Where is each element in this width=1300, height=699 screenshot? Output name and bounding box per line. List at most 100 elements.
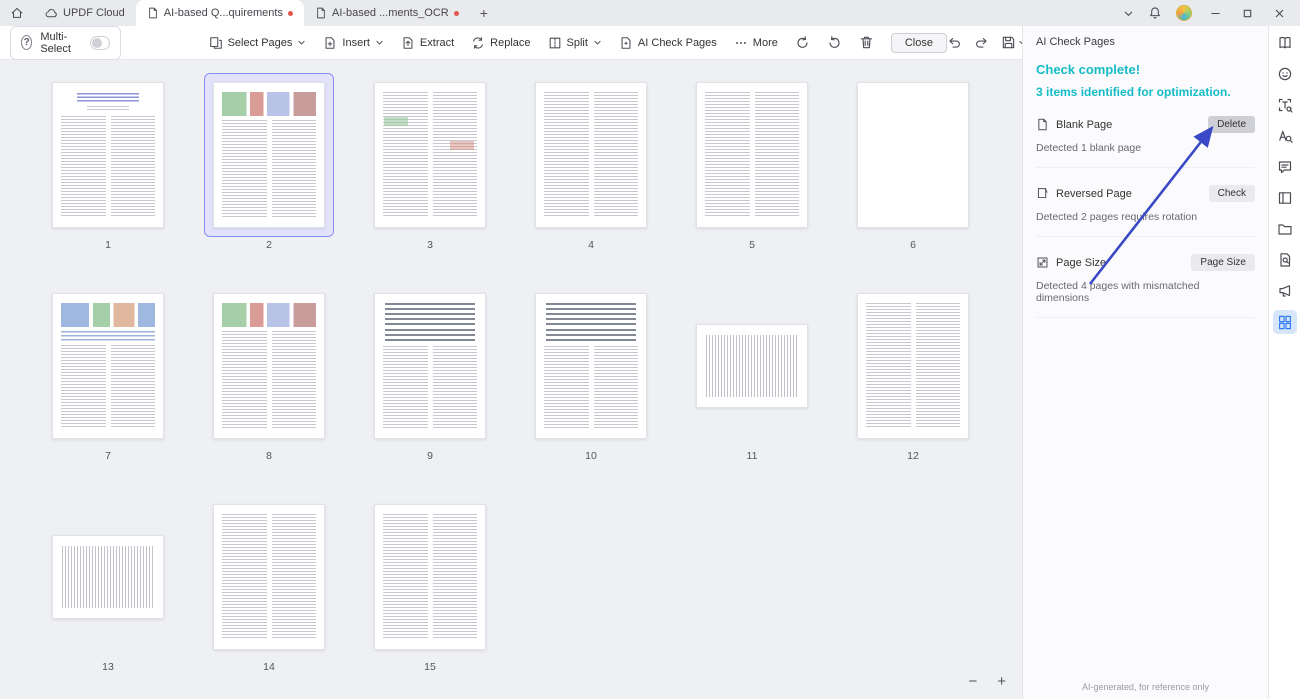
- ai-check-pages-button[interactable]: AI Check Pages: [619, 36, 717, 50]
- pages-grid: 123456789101112131415: [0, 82, 1022, 699]
- tab-document-2[interactable]: AI-based ...ments_OCR: [304, 0, 470, 26]
- search-text-icon[interactable]: [1273, 124, 1297, 148]
- page-cell: 4: [535, 82, 647, 251]
- trash-icon: [859, 35, 874, 50]
- share-megaphone-icon[interactable]: [1273, 279, 1297, 303]
- extract-button[interactable]: Extract: [401, 36, 454, 50]
- zoom-out-button[interactable]: −: [968, 673, 977, 690]
- page-thumbnail[interactable]: [857, 82, 969, 228]
- page-cell: 5: [696, 82, 808, 251]
- toolbar-center-group: Select Pages Insert Extract Replace: [209, 33, 947, 53]
- page-size-button[interactable]: Page Size: [1191, 254, 1255, 271]
- insert-button[interactable]: Insert: [323, 36, 384, 50]
- ai-assistant-icon[interactable]: [1273, 62, 1297, 86]
- card-description: Detected 2 pages requires rotation: [1036, 211, 1255, 223]
- tab-label: AI-based ...ments_OCR: [332, 7, 449, 19]
- page-thumbnail[interactable]: [52, 535, 164, 619]
- notification-bell-icon[interactable]: [1148, 6, 1162, 20]
- page-number: 2: [266, 239, 272, 251]
- ai-disclaimer: AI-generated, for reference only: [1023, 682, 1268, 692]
- button-label: Extract: [420, 37, 454, 49]
- page-cell: 12: [857, 293, 969, 462]
- delete-pages-button[interactable]: [859, 35, 874, 50]
- new-tab-button[interactable]: +: [480, 5, 488, 21]
- page-thumbnail[interactable]: [535, 82, 647, 228]
- page-number: 13: [102, 661, 114, 673]
- page-thumbnail[interactable]: [696, 82, 808, 228]
- page-thumbnail[interactable]: [857, 293, 969, 439]
- undo-icon[interactable]: [947, 35, 962, 50]
- page-thumbnail[interactable]: [374, 82, 486, 228]
- close-button[interactable]: Close: [891, 33, 947, 53]
- redo-icon[interactable]: [974, 35, 989, 50]
- titlebar: UPDF Cloud AI-based Q...quirements AI-ba…: [0, 0, 1300, 26]
- page-thumbnail[interactable]: [213, 293, 325, 439]
- page-thumbnail[interactable]: [213, 504, 325, 650]
- check-reversed-page-button[interactable]: Check: [1209, 185, 1255, 202]
- organize-pages-icon[interactable]: [1273, 310, 1297, 334]
- page-thumbnail[interactable]: [52, 293, 164, 439]
- button-label: Replace: [490, 37, 530, 49]
- window-maximize-button[interactable]: [1238, 4, 1256, 22]
- page-number: 8: [266, 450, 272, 462]
- page-cell: 13: [52, 504, 164, 673]
- page-number: 12: [907, 450, 919, 462]
- page-cell: 8: [213, 293, 325, 462]
- home-button[interactable]: [0, 0, 34, 26]
- extract-icon: [401, 36, 415, 50]
- attachment-folder-icon[interactable]: [1273, 217, 1297, 241]
- ocr-icon[interactable]: [1273, 93, 1297, 117]
- save-icon: [1001, 35, 1016, 50]
- rotate-left-icon: [795, 35, 810, 50]
- button-label: Insert: [342, 37, 370, 49]
- reader-book-icon[interactable]: [1273, 31, 1297, 55]
- page-thumbnail[interactable]: [213, 82, 325, 228]
- ai-check-pages-panel: AI Check Pages Check complete! 3 items i…: [1022, 26, 1268, 699]
- split-button[interactable]: Split: [548, 36, 602, 50]
- more-dots-icon: [734, 36, 748, 50]
- chevron-down-icon: [593, 38, 602, 47]
- rotate-left-button[interactable]: [795, 35, 810, 50]
- page-cell: 6: [857, 82, 969, 251]
- tab-document-1[interactable]: AI-based Q...quirements: [136, 0, 304, 26]
- page-thumbnail[interactable]: [696, 324, 808, 408]
- zoom-controls: − +: [968, 673, 1006, 690]
- page-thumbnails-area: 123456789101112131415 − +: [0, 60, 1022, 699]
- delete-blank-page-button[interactable]: Delete: [1208, 116, 1255, 133]
- chevron-down-icon: [297, 38, 306, 47]
- page-thumbnail[interactable]: [374, 293, 486, 439]
- page-cell: 15: [374, 504, 486, 673]
- page-number: 11: [747, 450, 758, 462]
- page-number: 9: [427, 450, 433, 462]
- rotate-right-button[interactable]: [827, 35, 842, 50]
- page-size-card: Page Size Page Size Detected 4 pages wit…: [1036, 254, 1255, 318]
- tab-updf-cloud[interactable]: UPDF Cloud: [34, 0, 136, 26]
- page-layout-icon[interactable]: [1273, 186, 1297, 210]
- card-description: Detected 4 pages with mismatched dimensi…: [1036, 280, 1255, 304]
- more-button[interactable]: More: [734, 36, 778, 50]
- page-thumbnail[interactable]: [52, 82, 164, 228]
- window-minimize-button[interactable]: [1206, 4, 1224, 22]
- split-icon: [548, 36, 562, 50]
- page-thumbnail[interactable]: [535, 293, 647, 439]
- document-search-icon[interactable]: [1273, 248, 1297, 272]
- page-number: 10: [585, 450, 597, 462]
- window-close-button[interactable]: [1270, 4, 1288, 22]
- multi-select-toggle[interactable]: [90, 36, 110, 50]
- replace-button[interactable]: Replace: [471, 36, 530, 50]
- panel-title: AI Check Pages: [1036, 36, 1255, 48]
- select-pages-button[interactable]: Select Pages: [209, 36, 307, 50]
- chevron-down-icon[interactable]: [1123, 8, 1134, 19]
- help-icon[interactable]: ?: [21, 35, 32, 50]
- ai-check-pages-icon: [619, 36, 633, 50]
- page-thumbnail[interactable]: [374, 504, 486, 650]
- blank-page-card: Blank Page Delete Detected 1 blank page: [1036, 116, 1255, 168]
- page-cell: 1: [52, 82, 164, 251]
- page-size-icon: [1036, 256, 1049, 269]
- user-avatar[interactable]: [1176, 5, 1192, 21]
- button-label: More: [753, 37, 778, 49]
- comment-icon[interactable]: [1273, 155, 1297, 179]
- page-number: 6: [910, 239, 916, 251]
- blank-page-icon: [1036, 118, 1049, 131]
- zoom-in-button[interactable]: +: [997, 673, 1006, 690]
